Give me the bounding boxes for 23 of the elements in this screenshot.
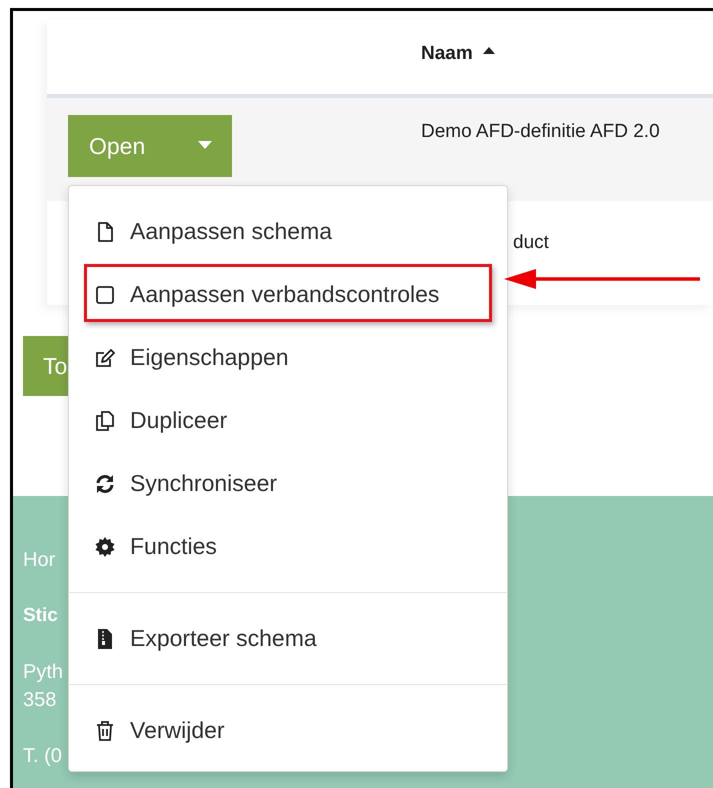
settings-icon (94, 536, 116, 558)
footer-text: Hor (23, 548, 56, 573)
menu-item[interactable]: Functies (69, 515, 507, 578)
menu-item[interactable]: Synchroniseer (69, 452, 507, 515)
caret-icon (198, 141, 212, 149)
square-icon (94, 284, 116, 306)
menu-item[interactable]: Dupliceer (69, 389, 507, 452)
footer-text: Stic (23, 604, 58, 628)
column-header[interactable]: Naam (421, 43, 495, 65)
table-cell: Demo AFD-definitie AFD 2.0 (421, 121, 660, 143)
menu-item[interactable]: Aanpassen verbandscontroles (69, 263, 507, 326)
edit-icon (94, 346, 116, 368)
table-cell: duct (513, 232, 549, 254)
menu-item[interactable]: Eigenschappen (69, 326, 507, 389)
sync-icon (94, 472, 116, 494)
footer-text: T. (0 (23, 744, 62, 769)
footer-text: Pyth (23, 660, 64, 685)
menu-item[interactable]: Exporteer schema (69, 607, 507, 670)
footer-text: 358 (23, 688, 56, 713)
trash-icon (94, 720, 116, 742)
menu-item[interactable]: Verwijder (69, 699, 507, 762)
menu-item[interactable]: Aanpassen schema (69, 200, 507, 263)
copy-icon (94, 410, 116, 432)
